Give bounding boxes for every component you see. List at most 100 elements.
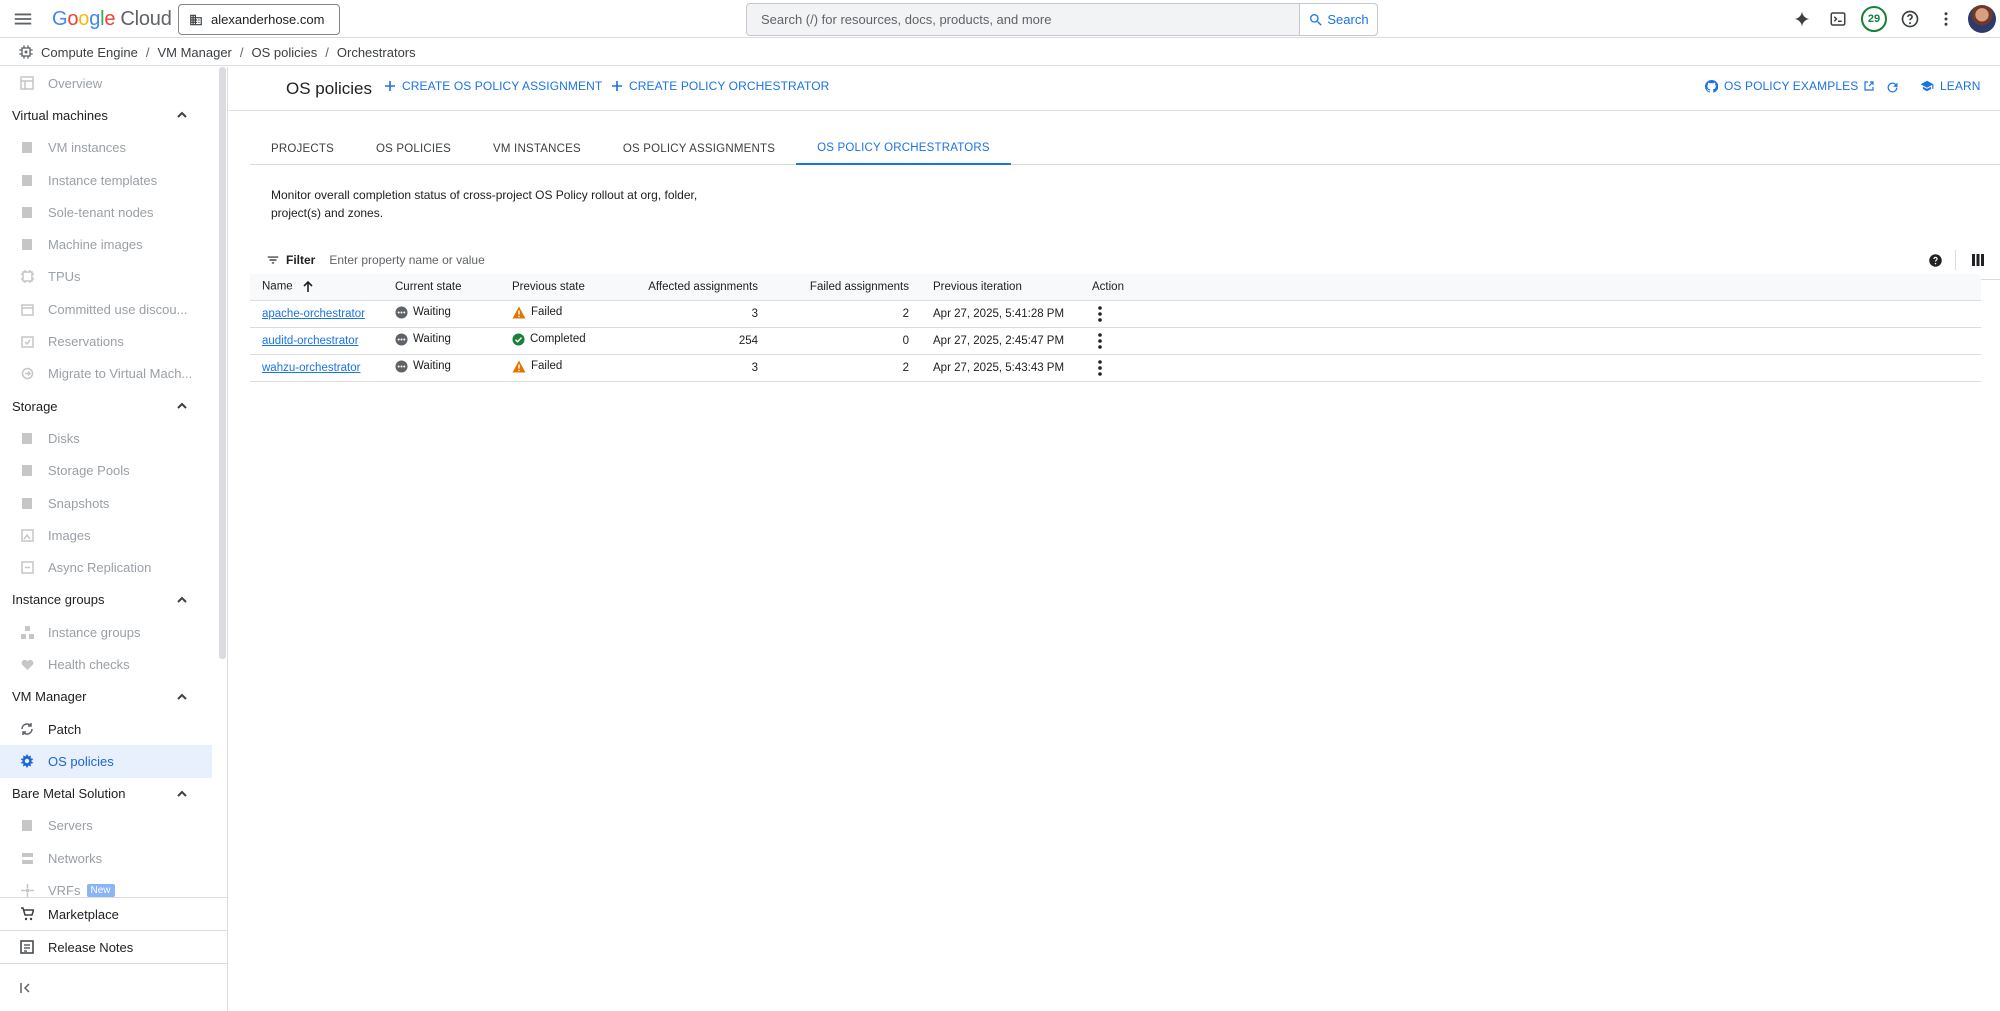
tab-projects[interactable]: PROJECTS <box>250 133 355 165</box>
search-button[interactable]: Search <box>1299 4 1377 35</box>
plus-icon <box>611 80 623 92</box>
table-row: wahzu-orchestrator Waiting Failed 3 2 Ap… <box>250 354 1981 382</box>
create-policy-orchestrator-button[interactable]: CREATE POLICY ORCHESTRATOR <box>611 79 829 93</box>
top-bar: GoogleCloud alexanderhose.com Search 29 <box>0 0 2000 38</box>
refresh-icon[interactable] <box>1885 80 1900 95</box>
more-options-icon[interactable] <box>1928 0 1964 38</box>
sidebar-item-machine-images[interactable]: Machine images <box>0 228 218 260</box>
row-actions-menu-icon[interactable] <box>1092 359 1108 376</box>
sidebar-item-reservations[interactable]: Reservations <box>0 325 218 357</box>
sidebar-item-disks[interactable]: Disks <box>0 422 218 454</box>
sidebar-item-os-policies[interactable]: OS policies <box>0 745 212 778</box>
orchestrator-name-link[interactable]: auditd-orchestrator <box>262 335 359 347</box>
column-header-affected-assignments[interactable]: Affected assignments <box>620 274 770 301</box>
sidebar-item-storage-pools[interactable]: Storage Pools <box>0 455 218 487</box>
breadcrumb-vm-manager[interactable]: VM Manager <box>157 45 231 60</box>
breadcrumb-separator: / <box>145 44 150 60</box>
sidebar-item-patch[interactable]: Patch <box>0 713 218 745</box>
collapse-sidebar-button[interactable] <box>0 964 227 1011</box>
filter-input[interactable] <box>329 252 730 267</box>
sidebar-item-health-checks[interactable]: Health checks <box>0 648 218 680</box>
sidebar-item-instance-templates[interactable]: Instance templates <box>0 164 218 196</box>
row-actions-menu-icon[interactable] <box>1092 305 1108 322</box>
sidebar-item-servers[interactable]: Servers <box>0 810 218 842</box>
affected-assignments-value: 3 <box>620 354 770 382</box>
os-policy-examples-link[interactable]: OS POLICY EXAMPLES <box>1705 79 1874 93</box>
column-header-current-state[interactable]: Current state <box>383 274 500 301</box>
filter-button[interactable]: Filter <box>250 253 315 267</box>
sidebar-item-release-notes[interactable]: Release Notes <box>0 931 227 964</box>
tab-os-policy-orchestrators[interactable]: OS POLICY ORCHESTRATORS <box>796 133 1011 165</box>
tab-vm-instances[interactable]: VM INSTANCES <box>472 133 602 165</box>
sidebar-item-tpus[interactable]: TPUs <box>0 261 218 293</box>
sidebar-item-vm-instances[interactable]: VM instances <box>0 132 218 164</box>
breadcrumb-separator: / <box>325 44 329 60</box>
breadcrumb-os-policies[interactable]: OS policies <box>252 45 318 60</box>
school-icon <box>1920 79 1934 93</box>
table-row: auditd-orchestrator Waiting Completed 25… <box>250 327 1981 355</box>
sidebar-item-sole-tenant-nodes[interactable]: Sole-tenant nodes <box>0 196 218 228</box>
failed-assignments-value: 2 <box>770 354 921 382</box>
cloud-shell-icon[interactable] <box>1820 0 1856 38</box>
failed-assignments-value: 0 <box>770 327 921 355</box>
table-header-row: Name Current state Previous state Affect… <box>250 274 1981 301</box>
column-header-previous-state[interactable]: Previous state <box>500 274 620 301</box>
dashboard-icon <box>20 76 34 90</box>
failed-assignments-value: 2 <box>770 300 921 328</box>
sidebar-section-bare-metal-solution[interactable]: Bare Metal Solution <box>0 778 218 810</box>
create-os-policy-assignment-button[interactable]: CREATE OS POLICY ASSIGNMENT <box>384 79 602 93</box>
search-box: Search <box>746 3 1378 36</box>
project-name: alexanderhose.com <box>211 12 325 27</box>
sidebar-item-overview[interactable]: Overview <box>0 67 218 99</box>
notifications-badge[interactable]: 29 <box>1856 0 1892 38</box>
sidebar-item-networks[interactable]: Networks <box>0 842 218 874</box>
chevron-up-icon <box>176 109 188 121</box>
warning-icon <box>512 360 526 373</box>
calendar-icon <box>20 302 34 316</box>
help-icon[interactable] <box>1915 253 1955 268</box>
search-input[interactable] <box>747 4 1299 35</box>
google-cloud-logo[interactable]: Google Cloud <box>52 8 172 31</box>
page-header: OS policies CREATE OS POLICY ASSIGNMENT … <box>229 67 2000 111</box>
sidebar-item-marketplace[interactable]: Marketplace <box>0 898 227 931</box>
tab-os-policies[interactable]: OS POLICIES <box>355 133 472 165</box>
gemini-sparkle-icon[interactable] <box>1784 0 1820 38</box>
sidebar-item-instance-groups[interactable]: Instance groups <box>0 616 218 648</box>
orchestrator-name-link[interactable]: apache-orchestrator <box>262 308 365 320</box>
server-icon <box>20 819 34 833</box>
disk-icon <box>20 431 34 445</box>
breadcrumb-compute-engine[interactable]: Compute Engine <box>41 45 138 60</box>
learn-button[interactable]: LEARN <box>1920 79 1981 93</box>
column-header-name[interactable]: Name <box>250 274 383 301</box>
column-display-options-icon[interactable] <box>1956 253 2000 267</box>
sidebar-item-images[interactable]: Images <box>0 519 218 551</box>
sidebar-section-virtual-machines[interactable]: Virtual machines <box>0 99 218 131</box>
logo-cloud-text: Cloud <box>120 8 172 30</box>
warning-icon <box>512 306 526 319</box>
sidebar-item-async-replication[interactable]: Async Replication <box>0 551 218 583</box>
project-picker[interactable]: alexanderhose.com <box>178 4 340 35</box>
sidebar-item-committed-use-discounts[interactable]: Committed use discou... <box>0 293 218 325</box>
github-icon <box>1705 79 1718 93</box>
account-avatar[interactable] <box>1964 0 2000 38</box>
sidebar-section-storage[interactable]: Storage <box>0 390 218 422</box>
breadcrumb: Compute Engine / VM Manager / OS policie… <box>0 39 2000 66</box>
row-actions-menu-icon[interactable] <box>1092 332 1108 349</box>
sidebar-section-vm-manager[interactable]: VM Manager <box>0 681 218 713</box>
image-icon <box>20 528 34 542</box>
instance-groups-icon <box>20 625 34 639</box>
main-menu-icon[interactable] <box>12 8 34 30</box>
column-header-failed-assignments[interactable]: Failed assignments <box>770 274 921 301</box>
sidebar-item-vrfs[interactable]: VRFs New <box>0 874 218 897</box>
sidebar-item-migrate-to-virtual-machines[interactable]: Migrate to Virtual Mach... <box>0 358 218 390</box>
help-icon[interactable] <box>1892 0 1928 38</box>
sidebar-scrollbar[interactable] <box>219 67 226 659</box>
affected-assignments-value: 3 <box>620 300 770 328</box>
sidebar-footer: Marketplace Release Notes <box>0 897 227 1011</box>
tab-os-policy-assignments[interactable]: OS POLICY ASSIGNMENTS <box>602 133 796 165</box>
orchestrator-name-link[interactable]: wahzu-orchestrator <box>262 362 360 374</box>
marketplace-icon <box>20 907 34 921</box>
sidebar-section-instance-groups[interactable]: Instance groups <box>0 584 218 616</box>
column-header-previous-iteration[interactable]: Previous iteration <box>921 274 1080 301</box>
sidebar-item-snapshots[interactable]: Snapshots <box>0 487 218 519</box>
